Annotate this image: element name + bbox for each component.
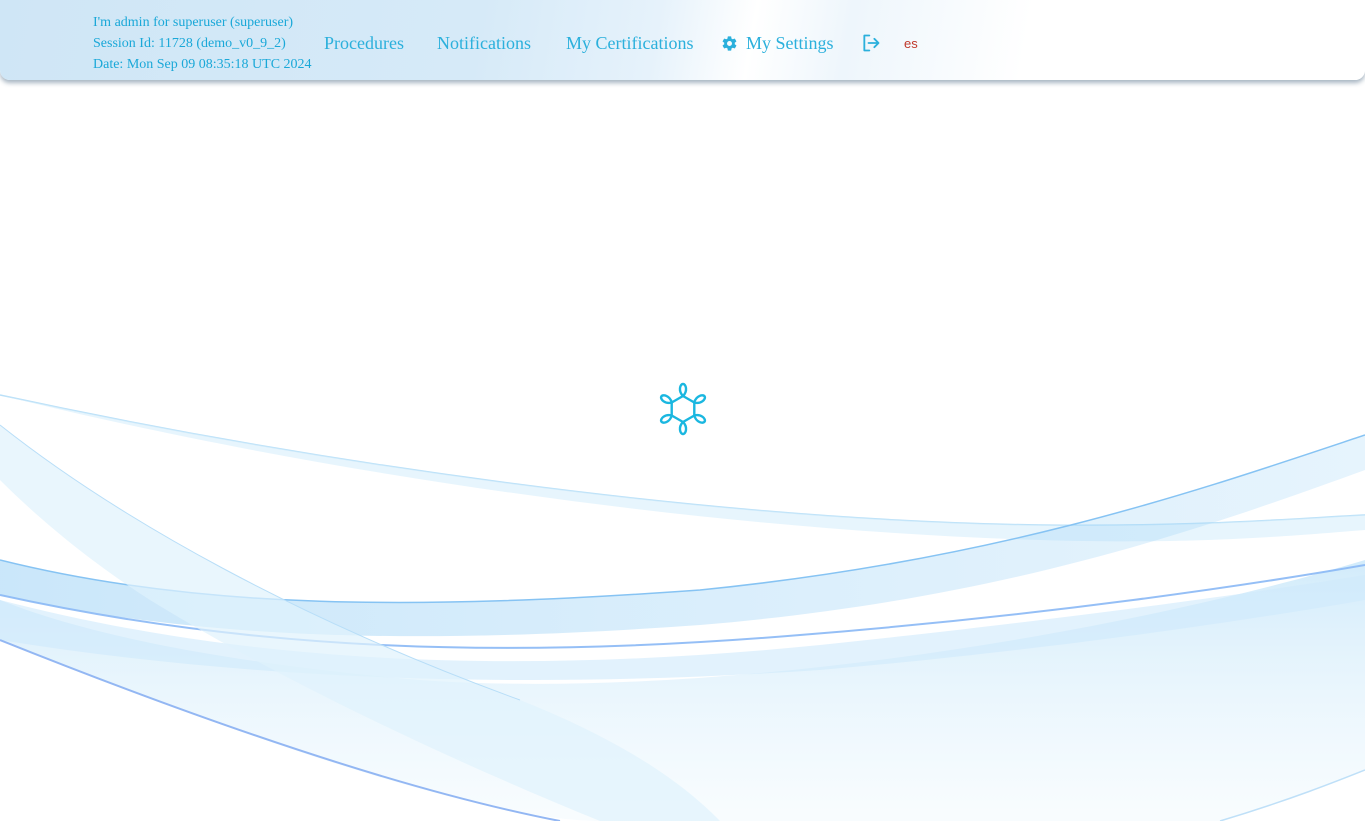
page: I'm admin for superuser (superuser) Sess… [0, 0, 1365, 821]
nav-my-settings-label: My Settings [746, 33, 834, 53]
language-selector[interactable]: es [904, 36, 918, 51]
session-id: Session Id: 11728 (demo_v0_9_2) [93, 36, 286, 51]
nav-notifications[interactable]: Notifications [437, 31, 531, 55]
user-info: I'm admin for superuser (superuser) [93, 15, 294, 30]
logout-icon[interactable] [861, 33, 881, 53]
nav-my-certifications[interactable]: My Certifications [566, 31, 693, 55]
session-date: Date: Mon Sep 09 08:35:18 UTC 2024 [93, 57, 312, 72]
session-info: I'm admin for superuser (superuser) Sess… [93, 12, 312, 75]
nav-procedures[interactable]: Procedures [324, 31, 404, 55]
top-navigation-bar: I'm admin for superuser (superuser) Sess… [0, 0, 1365, 80]
nav-my-settings[interactable]: My Settings [721, 31, 834, 55]
gear-icon [722, 35, 737, 51]
loading-spinner-icon [658, 382, 708, 436]
